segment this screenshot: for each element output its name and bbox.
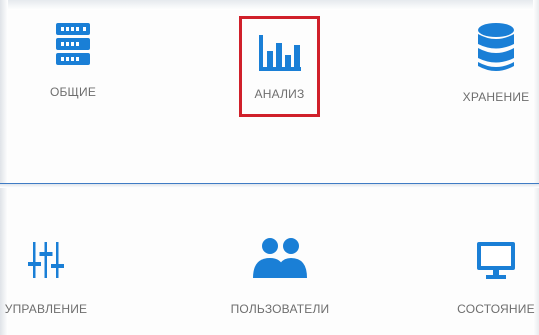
tile-storage-label: ХРАНЕНИЕ (462, 90, 530, 104)
section-divider-shadow (0, 184, 539, 188)
database-icon (478, 23, 514, 71)
sliders-icon (28, 242, 64, 278)
tile-status-label: СОСТОЯНИЕ (457, 302, 535, 316)
tile-users-label: ПОЛЬЗОВАТЕЛИ (230, 302, 330, 316)
tile-analysis[interactable]: АНАЛИЗ (239, 16, 320, 117)
tile-users[interactable]: ПОЛЬЗОВАТЕЛИ (230, 236, 330, 316)
tile-storage[interactable]: ХРАНЕНИЕ (446, 22, 539, 104)
tile-general[interactable]: ОБЩИЕ (33, 20, 113, 99)
tile-general-label: ОБЩИЕ (49, 85, 97, 99)
bar-chart-icon (258, 35, 301, 71)
tile-analysis-label: АНАЛИЗ (254, 87, 305, 101)
users-icon (253, 238, 307, 278)
panel-top-edge (0, 0, 539, 10)
tile-management-label: УПРАВЛЕНИЕ (4, 302, 88, 316)
monitor-icon (477, 242, 515, 279)
tile-status[interactable]: СОСТОЯНИЕ (448, 240, 539, 316)
settings-panel: ОБЩИЕ АНАЛИЗ ХРАНЕНИЕ УПРАВЛЕНИЕ ПОЛЬЗОВ… (0, 0, 539, 335)
tile-management[interactable]: УПРАВЛЕНИЕ (2, 240, 90, 316)
server-rack-icon (56, 23, 90, 65)
